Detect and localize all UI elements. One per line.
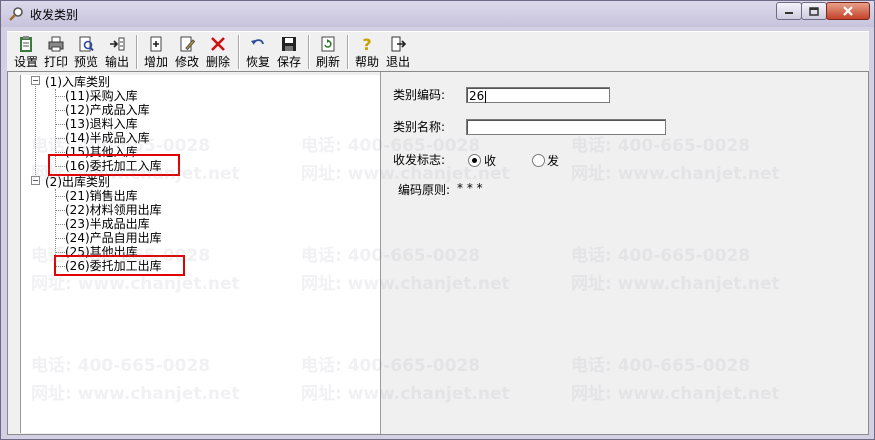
export-label: 输出 [104, 55, 129, 69]
tree-line [55, 96, 65, 97]
tree-line [55, 196, 65, 197]
tree-item[interactable]: (14)半成品入库 [65, 131, 150, 145]
save-button[interactable]: 保存 [274, 34, 304, 70]
svg-text:?: ? [362, 35, 371, 53]
tree-collapse-toggle[interactable]: − [31, 176, 40, 185]
exit-label: 退出 [385, 55, 410, 69]
title-bar: 收发类别 [1, 1, 874, 27]
flag-receive-radio[interactable] [468, 154, 481, 167]
tree-group-outbound[interactable]: (2)出库类别 [45, 175, 110, 189]
refresh-button[interactable]: 刷新 [313, 34, 343, 70]
tree-line [55, 152, 65, 153]
close-icon [843, 6, 853, 16]
refresh-label: 刷新 [315, 55, 340, 69]
tree-line [55, 238, 65, 239]
add-button[interactable]: 增加 [141, 34, 171, 70]
flag-issue-label[interactable]: 发 [547, 152, 559, 169]
tree-item[interactable]: (24)产品自用出库 [65, 231, 162, 245]
exit-door-icon [391, 36, 407, 52]
help-icon: ? [362, 35, 371, 53]
highlight-box [54, 255, 185, 276]
preview-icon [79, 36, 94, 52]
tree-item[interactable]: (21)销售出库 [65, 189, 138, 203]
name-label: 类别名称: [393, 120, 446, 134]
tree-line [55, 189, 56, 265]
preview-button[interactable]: 预览 [71, 34, 101, 70]
tree-collapse-toggle[interactable]: − [31, 76, 40, 85]
floppy-icon [282, 37, 296, 51]
maximize-button[interactable] [801, 2, 827, 20]
flag-issue-radio[interactable] [532, 154, 545, 167]
tree-item[interactable]: (13)退料入库 [65, 117, 138, 131]
settings-label: 设置 [13, 55, 38, 69]
app-window: 收发类别 设置 打印 预览 输出 增加 修改 删除 恢复 保存 刷新 ? 帮助 … [0, 0, 875, 440]
window-title: 收发类别 [30, 8, 79, 22]
maximize-icon [809, 6, 819, 16]
delete-button[interactable]: 删除 [203, 34, 233, 70]
tree-line [55, 110, 65, 111]
new-doc-icon [150, 36, 162, 52]
refresh-icon [321, 36, 335, 52]
name-input[interactable] [466, 119, 666, 135]
delete-x-icon [211, 37, 225, 51]
add-label: 增加 [143, 55, 168, 69]
tree-item[interactable]: (11)采购入库 [65, 89, 138, 103]
code-value: 26 [469, 89, 485, 103]
window-controls [776, 2, 870, 20]
edit-icon [180, 36, 196, 52]
magnifier-icon [9, 7, 23, 21]
tree-line [35, 83, 36, 179]
tree-line [55, 252, 65, 253]
text-cursor [485, 90, 487, 103]
detail-form: 类别编码: 26 类别名称: 收发标志: 收 发 编码原则: * * * [387, 72, 868, 434]
toolbar: 设置 打印 预览 输出 增加 修改 删除 恢复 保存 刷新 ? 帮助 退出 [7, 31, 869, 72]
rule-label: 编码原则: [398, 183, 451, 197]
minimize-button[interactable] [776, 2, 802, 20]
restore-button[interactable]: 恢复 [243, 34, 273, 70]
modify-button[interactable]: 修改 [172, 34, 202, 70]
tree-line [55, 124, 65, 125]
tree-line [55, 224, 65, 225]
print-button[interactable]: 打印 [41, 34, 71, 70]
preview-label: 预览 [73, 55, 98, 69]
settings-button[interactable]: 设置 [11, 34, 41, 70]
tree-item[interactable]: (23)半成品出库 [65, 217, 150, 231]
tree-line [55, 210, 65, 211]
help-button[interactable]: ? 帮助 [352, 34, 382, 70]
tree-group-inbound[interactable]: (1)入库类别 [45, 75, 110, 89]
export-button[interactable]: 输出 [102, 34, 132, 70]
print-label: 打印 [43, 55, 68, 69]
tree-item[interactable]: (12)产成品入库 [65, 103, 150, 117]
help-label: 帮助 [354, 55, 379, 69]
flag-receive-label[interactable]: 收 [484, 152, 496, 169]
printer-icon [48, 36, 64, 52]
rule-value: * * * [457, 181, 483, 195]
exit-button[interactable]: 退出 [383, 34, 413, 70]
toolbar-separator [136, 35, 138, 69]
close-button[interactable] [826, 2, 870, 20]
code-label: 类别编码: [393, 88, 446, 102]
delete-label: 删除 [205, 55, 230, 69]
save-label: 保存 [276, 55, 301, 69]
restore-label: 恢复 [245, 55, 270, 69]
modify-label: 修改 [174, 55, 199, 69]
undo-icon [251, 39, 264, 45]
clipboard-icon [20, 36, 32, 52]
tree-line [55, 138, 65, 139]
highlight-box [48, 154, 180, 176]
export-icon [110, 37, 125, 51]
toolbar-separator [238, 35, 240, 69]
category-tree[interactable]: − (1)入库类别 (11)采购入库 (12)产成品入库 (13)退料入库 (1… [20, 75, 381, 433]
toolbar-separator [308, 35, 310, 69]
tree-item[interactable]: (22)材料领用出库 [65, 203, 162, 217]
toolbar-separator [347, 35, 349, 69]
code-input[interactable]: 26 [466, 87, 610, 103]
minimize-icon [785, 12, 793, 14]
flag-label: 收发标志: [393, 153, 446, 167]
main-content: − (1)入库类别 (11)采购入库 (12)产成品入库 (13)退料入库 (1… [7, 71, 869, 435]
